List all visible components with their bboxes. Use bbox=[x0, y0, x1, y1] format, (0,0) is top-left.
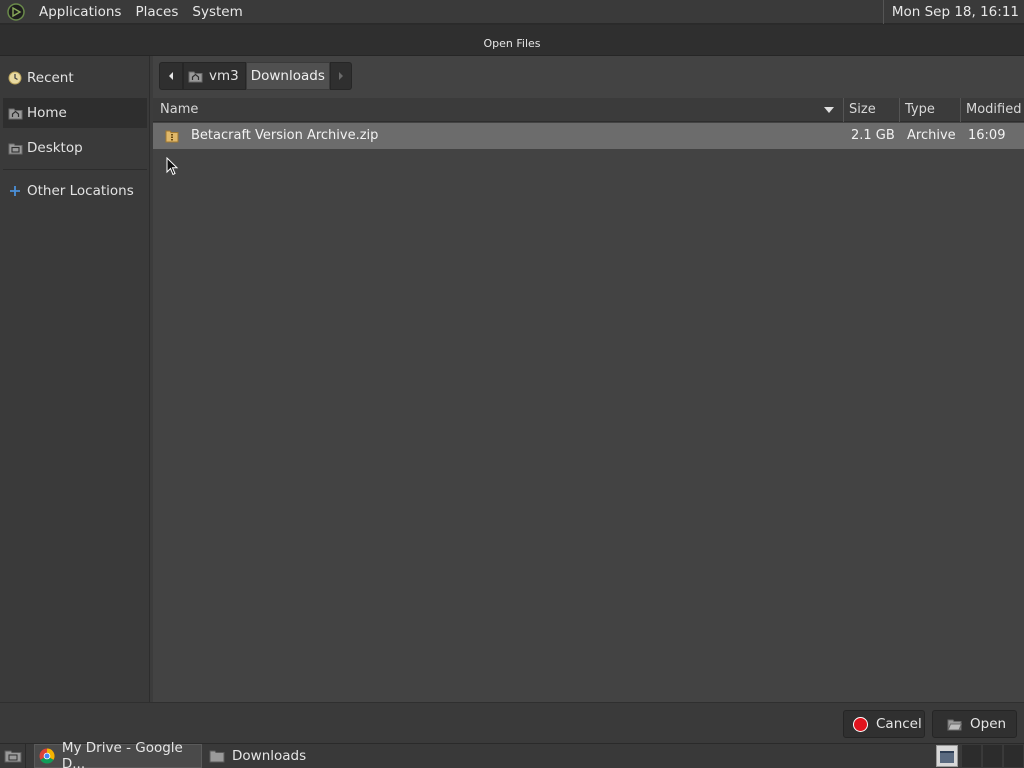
recent-icon bbox=[7, 70, 23, 86]
chrome-icon bbox=[39, 747, 56, 765]
sidebar-item-label: Home bbox=[27, 105, 67, 121]
file-type: Archive bbox=[907, 128, 956, 143]
workspace-switcher-1[interactable] bbox=[936, 745, 958, 767]
path-segment-label: vm3 bbox=[209, 68, 239, 84]
cancel-label: Cancel bbox=[876, 716, 922, 732]
menu-places[interactable]: Places bbox=[128, 0, 185, 24]
workspace-switcher-3[interactable] bbox=[982, 745, 1002, 767]
desktop-icon bbox=[4, 750, 21, 763]
clock[interactable]: Mon Sep 18, 16:11 bbox=[882, 0, 1024, 24]
desktop-folder-icon bbox=[7, 140, 23, 156]
sidebar-item-label: Desktop bbox=[27, 140, 83, 156]
path-forward-button[interactable] bbox=[329, 62, 352, 90]
sidebar-item-home[interactable]: Home bbox=[3, 98, 147, 128]
column-header-type[interactable]: Type bbox=[899, 98, 960, 122]
cancel-icon bbox=[852, 716, 868, 732]
workspace-window-thumb bbox=[940, 751, 954, 763]
file-size: 2.1 GB bbox=[851, 128, 895, 143]
open-label: Open bbox=[970, 716, 1007, 732]
path-segment-home[interactable]: vm3 bbox=[183, 62, 246, 90]
sidebar-item-recent[interactable]: Recent bbox=[3, 63, 147, 93]
taskbar-task-downloads[interactable]: Downloads bbox=[204, 744, 354, 768]
menu-applications[interactable]: Applications bbox=[32, 0, 128, 24]
sidebar-item-label: Other Locations bbox=[27, 183, 134, 199]
path-back-button[interactable] bbox=[159, 62, 183, 90]
file-list-header: Name Size Type Modified bbox=[153, 98, 1024, 122]
places-sidebar: Recent Home Desktop Other Locations bbox=[0, 56, 150, 702]
sort-descending-icon bbox=[824, 107, 834, 113]
cancel-button[interactable]: Cancel bbox=[843, 710, 925, 738]
taskbar-task-chrome[interactable]: My Drive - Google D... bbox=[34, 740, 202, 768]
chevron-right-icon bbox=[338, 72, 343, 80]
top-panel: Applications Places System Mon Sep 18, 1… bbox=[0, 0, 1024, 24]
path-segment-downloads[interactable]: Downloads bbox=[245, 62, 330, 90]
workspace-switcher-2[interactable] bbox=[961, 745, 981, 767]
path-bar: vm3 Downloads bbox=[159, 62, 352, 90]
menu-system[interactable]: System bbox=[185, 0, 249, 24]
taskbar: My Drive - Google D... Downloads bbox=[0, 740, 1024, 768]
file-modified: 16:09 bbox=[968, 128, 1006, 143]
file-name: Betacraft Version Archive.zip bbox=[191, 128, 379, 143]
mouse-cursor-icon bbox=[166, 157, 179, 176]
task-label: My Drive - Google D... bbox=[61, 740, 183, 768]
folder-icon bbox=[208, 747, 226, 765]
column-header-modified[interactable]: Modified bbox=[960, 98, 1024, 122]
column-header-size[interactable]: Size bbox=[843, 98, 899, 122]
workspace-switcher-4[interactable] bbox=[1003, 745, 1023, 767]
task-label: Downloads bbox=[232, 748, 307, 764]
sidebar-item-label: Recent bbox=[27, 70, 74, 86]
menu-logo-icon[interactable] bbox=[6, 2, 26, 22]
sidebar-item-other-locations[interactable]: Other Locations bbox=[3, 176, 147, 206]
show-desktop-button[interactable] bbox=[0, 744, 26, 768]
open-files-dialog: Open Files Recent Home Desktop Other Loc… bbox=[0, 25, 1024, 743]
archive-icon bbox=[164, 128, 180, 144]
chevron-left-icon bbox=[169, 72, 173, 80]
dialog-action-bar: Cancel Open bbox=[0, 702, 1024, 743]
home-folder-icon bbox=[188, 69, 203, 83]
file-row[interactable]: Betacraft Version Archive.zip 2.1 GB Arc… bbox=[153, 123, 1024, 149]
open-folder-icon bbox=[946, 716, 962, 732]
file-browser: vm3 Downloads Name Size Type Modified Be… bbox=[153, 56, 1024, 702]
sidebar-divider bbox=[3, 169, 147, 170]
open-button[interactable]: Open bbox=[932, 710, 1017, 738]
sidebar-item-desktop[interactable]: Desktop bbox=[3, 133, 147, 163]
dialog-title: Open Files bbox=[0, 25, 1024, 56]
column-header-name[interactable]: Name bbox=[153, 98, 843, 122]
home-folder-icon bbox=[7, 105, 23, 121]
plus-icon bbox=[7, 183, 23, 199]
